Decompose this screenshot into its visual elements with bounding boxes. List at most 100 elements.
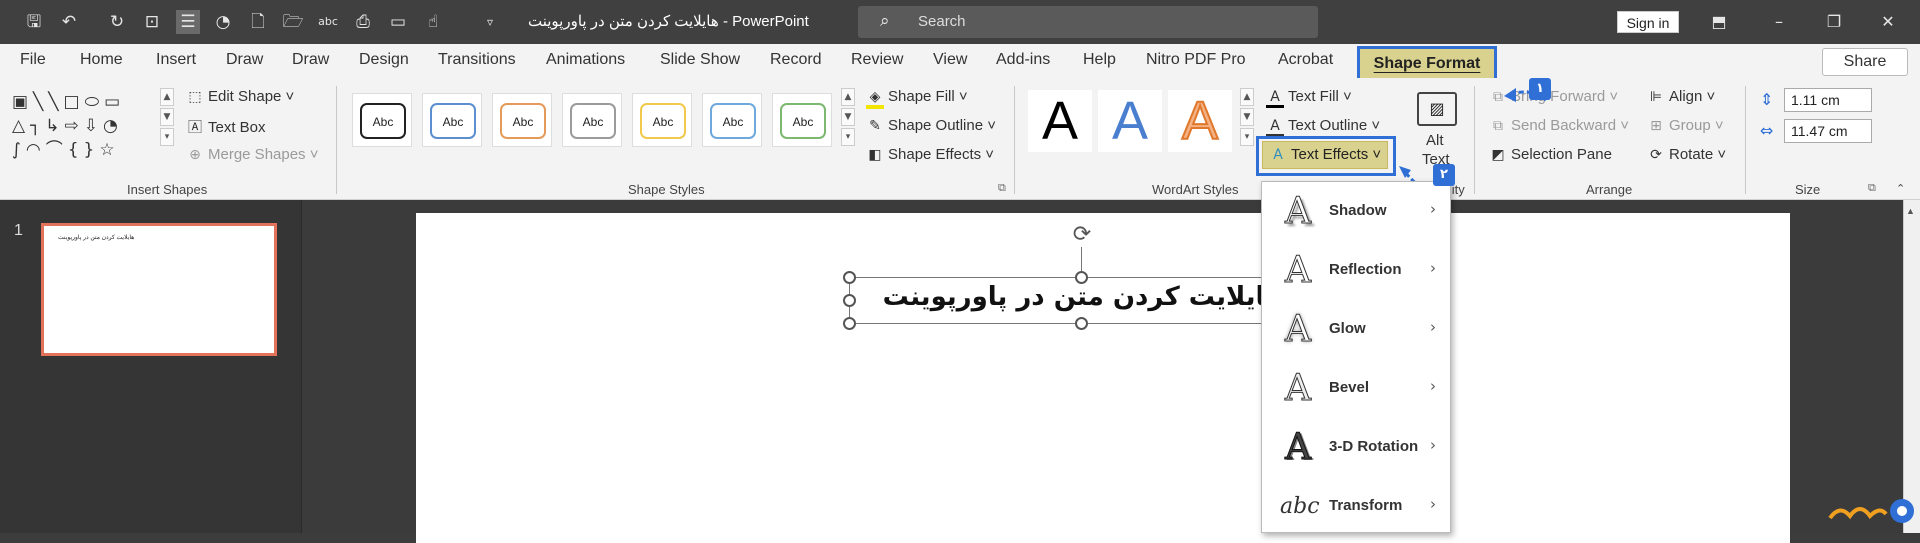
restore-icon[interactable]: ❐ xyxy=(1822,10,1846,34)
tab-review[interactable]: Review xyxy=(851,51,903,69)
collapse-ribbon-icon[interactable]: ⌃ xyxy=(1896,182,1905,195)
menu-item-shadow[interactable]: A Shadow › xyxy=(1262,184,1450,242)
edit-shape-button[interactable]: ⬚ Edit Shape ˅ xyxy=(186,88,294,105)
vertical-scrollbar[interactable]: ▲ xyxy=(1903,200,1920,533)
shape-style-swatch[interactable]: Abc xyxy=(632,93,692,147)
slide-canvas[interactable]: ⟳ هایلایت کردن متن در پاورپوینت xyxy=(416,213,1790,543)
undo-icon[interactable]: ↶ xyxy=(57,10,81,34)
shape-style-swatch[interactable]: Abc xyxy=(352,93,412,147)
shape-style-swatch-label: Abc xyxy=(360,103,406,139)
shapes-more[interactable]: ▾ xyxy=(160,128,174,146)
shape-fill-button[interactable]: ◈ Shape Fill ˅ xyxy=(866,88,968,109)
resize-handle[interactable] xyxy=(843,317,856,330)
tab-transitions[interactable]: Transitions xyxy=(438,51,516,69)
shape-style-swatch[interactable]: Abc xyxy=(562,93,622,147)
wordart-style-black[interactable]: A xyxy=(1028,90,1092,152)
wordart-more[interactable]: ▾ xyxy=(1240,128,1254,146)
tab-draw-2[interactable]: Draw xyxy=(292,51,329,69)
touch-mode-icon[interactable]: ☝ xyxy=(421,10,445,34)
group-button[interactable]: ⊞ Group ˅ xyxy=(1647,117,1724,134)
styles-scroll-up[interactable]: ▲ xyxy=(841,88,855,106)
slide-title-text[interactable]: هایلایت کردن متن در پاورپوینت xyxy=(850,282,1316,312)
shape-style-swatch[interactable]: Abc xyxy=(702,93,762,147)
text-outline-button[interactable]: A Text Outline ˅ xyxy=(1266,117,1380,137)
shape-height-icon: ⇕ xyxy=(1760,90,1774,109)
menu-item-bevel[interactable]: A Bevel › xyxy=(1262,361,1450,419)
close-icon[interactable]: ✕ xyxy=(1876,10,1900,34)
selection-pane-button[interactable]: ◩ Selection Pane xyxy=(1489,146,1612,163)
shape-styles-launcher-icon[interactable]: ⧉ xyxy=(998,182,1006,195)
text-effects-button[interactable]: A Text Effects ˅ xyxy=(1262,141,1388,169)
ribbon-display-icon[interactable]: ⬒ xyxy=(1707,10,1731,34)
styles-more[interactable]: ▾ xyxy=(841,128,855,146)
tab-nitro-pdf-pro[interactable]: Nitro PDF Pro xyxy=(1146,51,1246,69)
tab-home[interactable]: Home xyxy=(80,51,123,69)
tab-add-ins[interactable]: Add-ins xyxy=(996,51,1050,69)
menu-item-3d-rotation[interactable]: A 3-D Rotation › xyxy=(1262,420,1450,478)
open-folder-icon[interactable]: 🗁 xyxy=(281,10,305,34)
tab-slide-show[interactable]: Slide Show xyxy=(660,51,740,69)
wordart-scroll-down[interactable]: ▼ xyxy=(1240,108,1254,126)
image-icon[interactable]: ▭ xyxy=(386,10,410,34)
shape-effects-button[interactable]: ◧ Shape Effects ˅ xyxy=(866,146,994,163)
resize-handle[interactable] xyxy=(843,294,856,307)
shapes-gallery[interactable]: ▣╲╲□⬭▭ △┐↳⇨⇩◔ ∫◠⌒{}☆ xyxy=(12,90,162,164)
minimize-icon[interactable]: – xyxy=(1767,10,1791,34)
present-icon[interactable]: ⊡ xyxy=(140,10,164,34)
tab-draw[interactable]: Draw xyxy=(226,51,263,69)
tab-design[interactable]: Design xyxy=(359,51,409,69)
new-file-icon[interactable]: 🗋 xyxy=(246,10,270,34)
shapes-scroll-down[interactable]: ▼ xyxy=(160,108,174,126)
styles-scroll-down[interactable]: ▼ xyxy=(841,108,855,126)
merge-shapes-button[interactable]: ⊕ Merge Shapes ˅ xyxy=(186,146,318,163)
send-backward-button[interactable]: ⧉ Send Backward ˅ xyxy=(1489,117,1629,134)
tab-record[interactable]: Record xyxy=(770,51,822,69)
slide-thumbnail[interactable]: هایلایت کردن متن در پاورپوینت xyxy=(41,223,277,356)
share-button[interactable]: Share xyxy=(1822,48,1908,76)
tab-insert[interactable]: Insert xyxy=(156,51,196,69)
selection-pane-icon: ◩ xyxy=(1491,147,1505,163)
search-input[interactable]: ⌕ Search xyxy=(858,6,1318,38)
watermark-logo-icon xyxy=(1828,499,1914,523)
shape-style-swatch[interactable]: Abc xyxy=(422,93,482,147)
resize-handle[interactable] xyxy=(1075,271,1088,284)
view-icon[interactable]: ☰ xyxy=(176,10,200,34)
shape-style-swatch[interactable]: Abc xyxy=(492,93,552,147)
shapes-scroll-up[interactable]: ▲ xyxy=(160,88,174,106)
menu-item-glow[interactable]: A Glow › xyxy=(1262,302,1450,360)
tab-file[interactable]: File xyxy=(20,51,46,69)
alt-text-button[interactable]: Alt xyxy=(1426,132,1444,149)
wordart-style-blue[interactable]: A xyxy=(1098,90,1162,152)
text-box-button[interactable]: 🄰 Text Box xyxy=(186,117,266,137)
sign-in-button[interactable]: Sign in xyxy=(1617,11,1679,33)
rotate-button[interactable]: ⟳ Rotate ˅ xyxy=(1647,146,1726,163)
menu-item-reflection[interactable]: A Reflection › xyxy=(1262,243,1450,301)
theme-icon[interactable]: ◔ xyxy=(211,10,235,34)
group-label-size: Size xyxy=(1795,182,1821,197)
resize-handle[interactable] xyxy=(843,271,856,284)
shape-width-input[interactable]: 11.47 cm xyxy=(1784,119,1872,143)
tab-animations[interactable]: Animations xyxy=(546,51,625,69)
redo-icon[interactable]: ↻ xyxy=(105,10,129,34)
align-button[interactable]: ⊫ Align ˅ xyxy=(1647,88,1715,105)
group-label-shape-styles: Shape Styles xyxy=(628,182,705,197)
customize-icon[interactable]: ▿ xyxy=(478,10,502,34)
tab-view[interactable]: View xyxy=(933,51,967,69)
rotate-handle-icon[interactable]: ⟳ xyxy=(1070,223,1094,247)
shape-style-swatch-label: Abc xyxy=(780,103,826,139)
wordart-style-orange[interactable]: A xyxy=(1168,90,1232,152)
size-launcher-icon[interactable]: ⧉ xyxy=(1868,182,1876,195)
tab-help[interactable]: Help xyxy=(1083,51,1116,69)
print-preview-icon[interactable]: ⎙ xyxy=(351,10,375,34)
shape-outline-button[interactable]: ✎ Shape Outline ˅ xyxy=(866,117,996,134)
text-fill-button[interactable]: A Text Fill ˅ xyxy=(1266,88,1352,108)
shape-height-input[interactable]: 1.11 cm xyxy=(1784,88,1872,112)
menu-item-transform[interactable]: abc Transform › xyxy=(1262,479,1450,537)
resize-handle[interactable] xyxy=(1075,317,1088,330)
wordart-scroll-up[interactable]: ▲ xyxy=(1240,88,1254,106)
scroll-up-icon[interactable]: ▲ xyxy=(1906,206,1915,216)
shape-style-swatch[interactable]: Abc xyxy=(772,93,832,147)
tab-acrobat[interactable]: Acrobat xyxy=(1278,51,1333,69)
spelling-icon[interactable]: abc xyxy=(316,10,340,34)
save-icon[interactable]: 🖫 xyxy=(22,10,46,34)
